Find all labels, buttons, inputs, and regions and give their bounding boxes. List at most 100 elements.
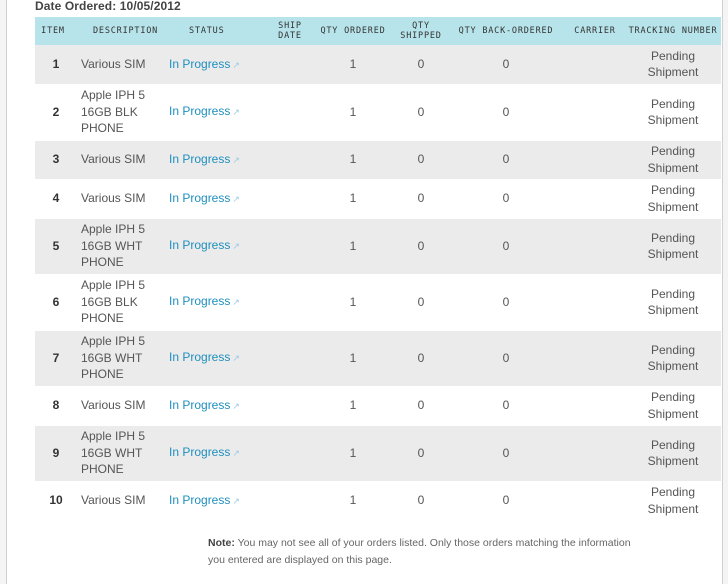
status-link[interactable]: In Progress — [169, 238, 230, 252]
date-ordered-value: 10/05/2012 — [119, 0, 181, 13]
status-cell: In Progress ↗ — [161, 274, 269, 331]
qty-ordered: 1 — [311, 84, 395, 141]
qty-shipped: 0 — [395, 386, 447, 426]
column-header-qty-ordered: Qty Ordered — [311, 17, 395, 45]
qty-ordered: 1 — [311, 218, 395, 275]
tracking-number: Pending Shipment — [625, 140, 721, 180]
qty-backordered: 0 — [447, 179, 565, 219]
item-number: 10 — [35, 481, 71, 521]
item-number: 8 — [35, 386, 71, 426]
external-link-icon: ↗ — [232, 59, 240, 70]
qty-ordered: 1 — [311, 274, 395, 331]
external-link-icon: ↗ — [232, 400, 240, 411]
ship-date — [269, 481, 311, 521]
ship-date — [269, 218, 311, 275]
column-header-item: Item — [35, 17, 71, 45]
qty-backordered: 0 — [447, 274, 565, 331]
qty-backordered: 0 — [447, 45, 565, 85]
carrier — [565, 274, 625, 331]
qty-ordered: 1 — [311, 140, 395, 180]
tracking-number: Pending Shipment — [625, 274, 721, 331]
qty-shipped: 0 — [395, 330, 447, 387]
qty-ordered: 1 — [311, 45, 395, 85]
table-row: 4 Various SIM In Progress ↗ 1 0 0 Pending… — [35, 179, 721, 219]
tracking-number: Pending Shipment — [625, 386, 721, 426]
item-description: Apple IPH 5 16GB BLK PHONE — [71, 84, 161, 141]
column-header-ship-date: Ship Date — [269, 17, 311, 45]
column-header-qty-shipped: Qty Shipped — [395, 17, 447, 45]
ship-date — [269, 425, 311, 482]
tracking-number: Pending Shipment — [625, 45, 721, 85]
qty-backordered: 0 — [447, 425, 565, 482]
status-link[interactable]: In Progress — [169, 57, 230, 71]
qty-backordered: 0 — [447, 481, 565, 521]
item-description: Apple IPH 5 16GB WHT PHONE — [71, 218, 161, 275]
orders-note: Note: You may not see all of your orders… — [208, 535, 648, 569]
table-row: 5 Apple IPH 5 16GB WHT PHONE In Progress… — [35, 218, 721, 275]
note-label: Note: — [208, 537, 235, 549]
ship-date — [269, 140, 311, 180]
status-link[interactable]: In Progress — [169, 493, 230, 507]
status-link[interactable]: In Progress — [169, 152, 230, 166]
carrier — [565, 45, 625, 85]
qty-shipped: 0 — [395, 425, 447, 482]
item-description: Various SIM — [71, 481, 161, 521]
table-row: 2 Apple IPH 5 16GB BLK PHONE In Progress… — [35, 84, 721, 141]
qty-backordered: 0 — [447, 140, 565, 180]
status-link[interactable]: In Progress — [169, 350, 230, 364]
ship-date — [269, 84, 311, 141]
table-row: 8 Various SIM In Progress ↗ 1 0 0 Pending… — [35, 386, 721, 426]
qty-ordered: 1 — [311, 386, 395, 426]
table-row: 7 Apple IPH 5 16GB WHT PHONE In Progress… — [35, 330, 721, 387]
status-cell: In Progress ↗ — [161, 330, 269, 387]
item-description: Apple IPH 5 16GB BLK PHONE — [71, 274, 161, 331]
qty-backordered: 0 — [447, 386, 565, 426]
item-number: 2 — [35, 84, 71, 141]
item-number: 1 — [35, 45, 71, 85]
order-details-panel: Date Ordered: 10/05/2012 Item Descriptio… — [6, 0, 723, 584]
ship-date — [269, 45, 311, 85]
tracking-number: Pending Shipment — [625, 425, 721, 482]
status-cell: In Progress ↗ — [161, 179, 269, 219]
qty-shipped: 0 — [395, 140, 447, 180]
status-link[interactable]: In Progress — [169, 104, 230, 118]
table-row: 6 Apple IPH 5 16GB BLK PHONE In Progress… — [35, 274, 721, 331]
status-cell: In Progress ↗ — [161, 218, 269, 275]
item-description: Apple IPH 5 16GB WHT PHONE — [71, 425, 161, 482]
status-link[interactable]: In Progress — [169, 445, 230, 459]
qty-shipped: 0 — [395, 84, 447, 141]
table-header-row: Item Description Status Ship Date Qty Or… — [35, 17, 721, 45]
status-cell: In Progress ↗ — [161, 425, 269, 482]
ship-date — [269, 179, 311, 219]
date-ordered: Date Ordered: 10/05/2012 — [35, 0, 181, 13]
item-number: 9 — [35, 425, 71, 482]
qty-shipped: 0 — [395, 218, 447, 275]
ship-date — [269, 274, 311, 331]
carrier — [565, 179, 625, 219]
ship-date — [269, 330, 311, 387]
carrier — [565, 425, 625, 482]
ship-date — [269, 386, 311, 426]
qty-shipped: 0 — [395, 45, 447, 85]
external-link-icon: ↗ — [232, 448, 240, 459]
tracking-number: Pending Shipment — [625, 84, 721, 141]
status-link[interactable]: In Progress — [169, 398, 230, 412]
status-link[interactable]: In Progress — [169, 294, 230, 308]
qty-ordered: 1 — [311, 481, 395, 521]
item-description: Various SIM — [71, 140, 161, 180]
external-link-icon: ↗ — [232, 107, 240, 118]
table-row: 3 Various SIM In Progress ↗ 1 0 0 Pending… — [35, 140, 721, 180]
carrier — [565, 140, 625, 180]
table-row: 9 Apple IPH 5 16GB WHT PHONE In Progress… — [35, 425, 721, 482]
external-link-icon: ↗ — [232, 297, 240, 308]
column-header-status: Status — [161, 17, 269, 45]
column-header-qty-backordered: Qty Back-Ordered — [447, 17, 565, 45]
tracking-number: Pending Shipment — [625, 218, 721, 275]
qty-shipped: 0 — [395, 274, 447, 331]
item-number: 4 — [35, 179, 71, 219]
item-number: 6 — [35, 274, 71, 331]
item-number: 3 — [35, 140, 71, 180]
status-link[interactable]: In Progress — [169, 191, 230, 205]
table-row: 1 Various SIM In Progress ↗ 1 0 0 Pending… — [35, 45, 721, 85]
date-ordered-label: Date Ordered: — [35, 0, 117, 13]
